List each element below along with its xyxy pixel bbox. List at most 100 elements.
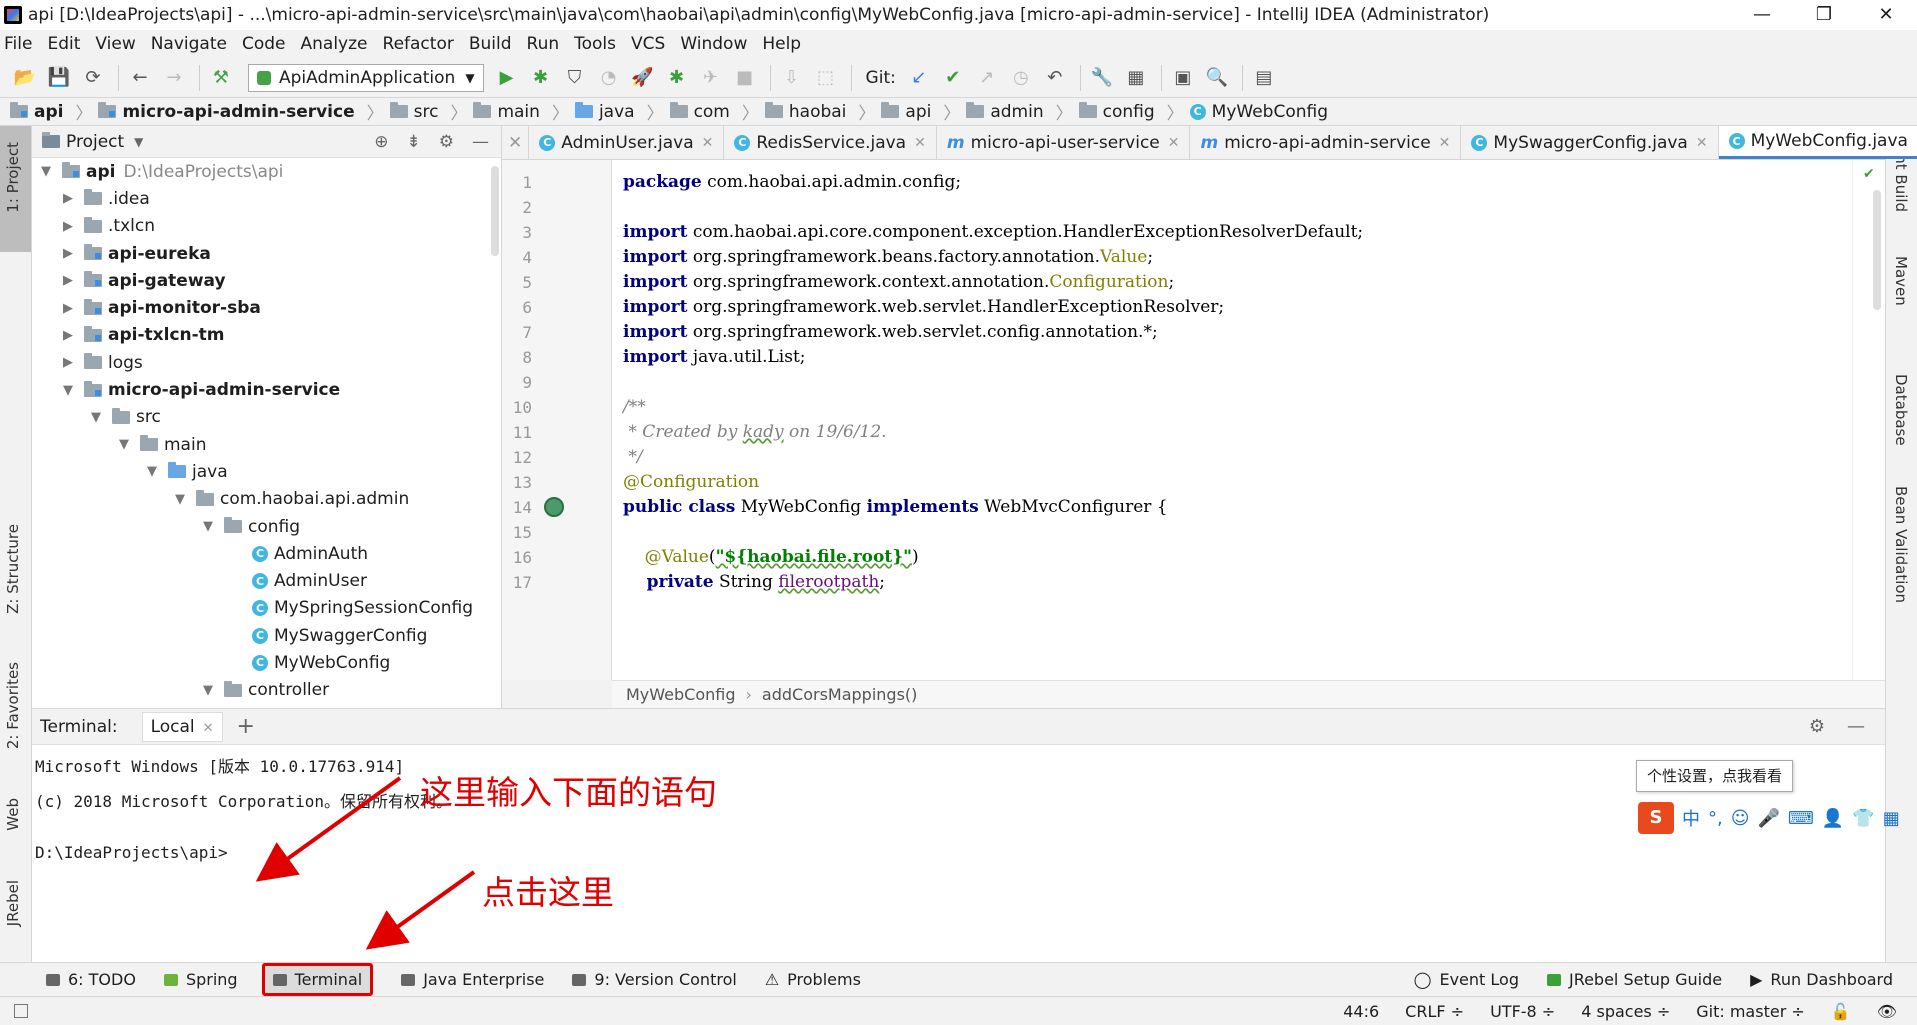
tree-item-java[interactable]: ▼ java xyxy=(32,458,501,485)
indent-setting[interactable]: 4 spaces ÷ xyxy=(1581,1002,1670,1021)
tool-version-control-button[interactable]: 9: Version Control xyxy=(572,970,737,989)
tool-tab-maven[interactable]: Maven xyxy=(1892,256,1910,306)
tree-item-myspringsessionconfig[interactable]: C MySpringSessionConfig xyxy=(32,595,501,622)
tree-item-api-eureka[interactable]: ▶ api-eureka xyxy=(32,240,501,267)
menu-code[interactable]: Code xyxy=(242,34,286,54)
breadcrumb-config[interactable]: config xyxy=(1078,102,1155,122)
tree-item-config[interactable]: ▼ config xyxy=(32,513,501,540)
tree-item-api[interactable]: ▼ api D:\IdeaProjects\api xyxy=(32,158,501,185)
tree-item-logs[interactable]: ▶ logs xyxy=(32,349,501,376)
minimize-button[interactable]: — xyxy=(1731,0,1793,30)
toggle-tool-windows-icon[interactable] xyxy=(14,1004,28,1018)
keyboard-icon[interactable]: ⌨ xyxy=(1788,808,1814,829)
chevron-down-icon[interactable]: ▼ xyxy=(134,135,143,149)
editor-crumb-class[interactable]: MyWebConfig xyxy=(626,685,736,704)
build-hammer-icon[interactable]: ⚒ xyxy=(206,63,236,93)
close-icon[interactable]: ✕ xyxy=(914,135,926,151)
run-configuration-select[interactable]: ApiAdminApplication ▼ xyxy=(248,63,484,92)
stop-icon[interactable]: ■ xyxy=(730,63,760,93)
tool-tab-database[interactable]: Database xyxy=(1892,374,1910,446)
punctuation-icon[interactable]: °, xyxy=(1708,808,1723,829)
menu-navigate[interactable]: Navigate xyxy=(151,34,227,54)
tree-item-myswaggerconfig[interactable]: C MySwaggerConfig xyxy=(32,622,501,649)
breadcrumb-haobai[interactable]: haobai xyxy=(764,102,846,122)
close-all-icon[interactable]: ✕ xyxy=(502,126,530,159)
tab-redisservice[interactable]: C RedisService.java ✕ xyxy=(724,126,937,159)
terminal-window-icon[interactable]: ▣ xyxy=(1168,63,1198,93)
breadcrumb-api-pkg[interactable]: api xyxy=(881,102,931,122)
file-encoding[interactable]: UTF-8 ÷ xyxy=(1490,1002,1555,1021)
menu-help[interactable]: Help xyxy=(762,34,801,54)
project-scrollbar[interactable] xyxy=(491,166,499,256)
tool-spring-button[interactable]: Spring xyxy=(163,970,238,989)
tool-tab-jrebel[interactable]: JRebel xyxy=(4,880,22,926)
close-button[interactable]: ✕ xyxy=(1855,0,1917,30)
tool-terminal-button[interactable]: Terminal xyxy=(261,963,374,996)
project-structure-icon[interactable]: ▦ xyxy=(1121,63,1151,93)
tool-todo-button[interactable]: 6: TODO xyxy=(46,970,136,989)
tree-item-main[interactable]: ▼ main xyxy=(32,431,501,458)
editor-scrollbar[interactable]: ✔ xyxy=(1852,160,1885,680)
collapse-icon[interactable]: ⇟ xyxy=(407,132,421,152)
tool-tab-bean-validation[interactable]: Bean Validation xyxy=(1892,486,1910,603)
breadcrumb-module[interactable]: micro-api-admin-service xyxy=(98,102,355,122)
save-icon[interactable]: 💾 xyxy=(44,63,74,93)
menu-vcs[interactable]: VCS xyxy=(631,34,665,54)
tree-item-controller[interactable]: ▼ controller xyxy=(32,677,501,704)
terminal-tab-local[interactable]: Local ✕ xyxy=(141,711,223,742)
tab-micro-api-admin-service[interactable]: m micro-api-admin-service ✕ xyxy=(1190,126,1462,159)
git-history-icon[interactable]: ◷ xyxy=(1006,63,1036,93)
spring-bean-gutter-icon[interactable] xyxy=(544,497,564,517)
toolbox-icon[interactable]: ▦ xyxy=(1883,808,1900,829)
run-icon[interactable]: ▶ xyxy=(492,63,522,93)
caret-position[interactable]: 44:6 xyxy=(1343,1002,1379,1021)
menu-window[interactable]: Window xyxy=(680,34,747,54)
git-push-icon[interactable]: ↗ xyxy=(972,63,1002,93)
tool-problems-button[interactable]: ⚠ Problems xyxy=(765,970,861,989)
tab-adminuser[interactable]: C AdminUser.java ✕ xyxy=(529,126,725,159)
breadcrumb-com[interactable]: com xyxy=(669,102,730,122)
jrebel-run-icon[interactable]: 🚀 xyxy=(628,63,658,93)
gear-icon[interactable]: ⚙ xyxy=(439,132,454,152)
git-commit-icon[interactable]: ✔ xyxy=(938,63,968,93)
breadcrumb-java[interactable]: java xyxy=(574,102,635,122)
emoji-icon[interactable]: ☺ xyxy=(1731,808,1750,829)
back-icon[interactable]: ← xyxy=(125,63,155,93)
tree-item-adminuser[interactable]: C AdminUser xyxy=(32,567,501,594)
hide-icon[interactable]: — xyxy=(1847,716,1865,737)
tab-mywebconfig[interactable]: CMyWebConfig.java✕ xyxy=(1718,126,1917,159)
tree-item-api-monitor-sba[interactable]: ▶ api-monitor-sba xyxy=(32,294,501,321)
close-icon[interactable]: ✕ xyxy=(203,721,214,736)
line-separator[interactable]: CRLF ÷ xyxy=(1405,1002,1464,1021)
add-terminal-icon[interactable]: + xyxy=(237,714,255,739)
tool-tab-favorites[interactable]: 2: Favorites xyxy=(4,662,22,749)
lock-icon[interactable]: 🔓 xyxy=(1831,1002,1851,1021)
breadcrumb-api[interactable]: api xyxy=(10,102,63,122)
tool-tab-web[interactable]: Web xyxy=(4,798,22,831)
tree-item-micro-api-admin-service[interactable]: ▼ micro-api-admin-service xyxy=(32,376,501,403)
restore-button[interactable]: ❐ xyxy=(1793,0,1855,30)
breadcrumb-main[interactable]: main xyxy=(473,102,540,122)
tree-item-idea[interactable]: ▶ .idea xyxy=(32,185,501,212)
tree-item-package[interactable]: ▼ com.haobai.api.admin xyxy=(32,486,501,513)
git-branch[interactable]: Git: master ÷ xyxy=(1696,1002,1805,1021)
tool-run-dashboard-button[interactable]: ▶ Run Dashboard xyxy=(1750,970,1893,989)
inspector-icon[interactable]: 👁 xyxy=(1877,1002,1897,1021)
menu-view[interactable]: View xyxy=(95,34,135,54)
jrebel-build-icon[interactable]: ✈ xyxy=(696,63,726,93)
settings-wrench-icon[interactable]: 🔧 xyxy=(1087,63,1117,93)
tree-item-api-gateway[interactable]: ▶ api-gateway xyxy=(32,267,501,294)
menu-edit[interactable]: Edit xyxy=(47,34,80,54)
code-editor[interactable]: package com.haobai.api.admin.config; imp… xyxy=(612,160,1852,680)
inspection-ok-icon[interactable]: ✔ xyxy=(1863,166,1875,182)
skin-icon[interactable]: 👕 xyxy=(1852,808,1874,829)
close-icon[interactable]: ✕ xyxy=(702,135,714,151)
menu-run[interactable]: Run xyxy=(527,34,560,54)
tree-item-adminauth[interactable]: C AdminAuth xyxy=(32,540,501,567)
debug-icon[interactable]: ✱ xyxy=(526,63,556,93)
microphone-icon[interactable]: 🎤 xyxy=(1758,808,1780,829)
terminal-output[interactable]: Microsoft Windows [版本 10.0.17763.914] (c… xyxy=(32,745,1885,963)
menu-build[interactable]: Build xyxy=(469,34,512,54)
hide-icon[interactable]: — xyxy=(472,132,489,152)
menu-tools[interactable]: Tools xyxy=(574,34,616,54)
